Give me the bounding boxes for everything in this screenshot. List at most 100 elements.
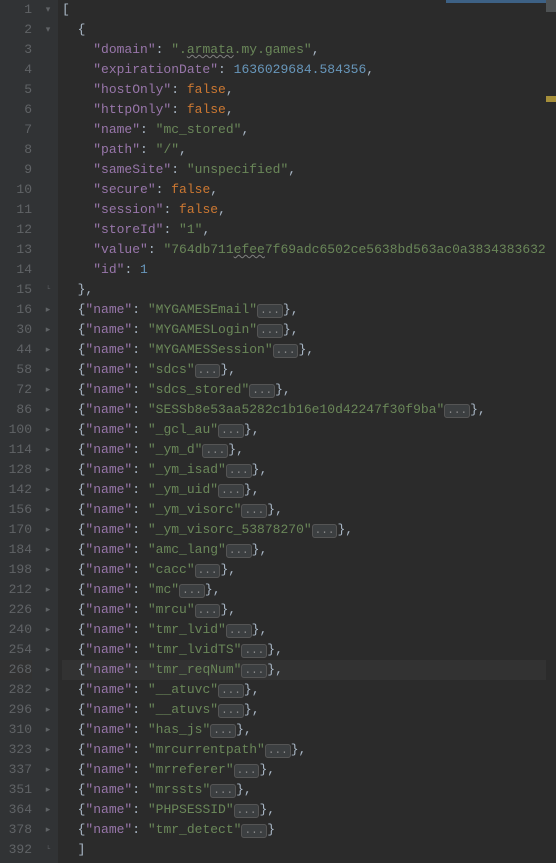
fold-expand-icon[interactable]: ▸ (43, 425, 53, 435)
fold-expand-icon[interactable]: ▸ (43, 405, 53, 415)
code-line[interactable]: "hostOnly": false, (62, 80, 556, 100)
code-line[interactable]: {"name": "tmr_lvidTS"...}, (62, 640, 556, 660)
fold-expand-icon[interactable]: ▸ (43, 365, 53, 375)
code-line[interactable]: "id": 1 (62, 260, 556, 280)
line-number: 378 (0, 820, 32, 840)
fold-expand-icon[interactable]: ▸ (43, 325, 53, 335)
fold-expand-icon[interactable]: ▸ (43, 825, 53, 835)
code-line[interactable]: "value": "764db711efee7f69adc6502ce5638b… (62, 240, 556, 260)
line-number: 156 (0, 500, 32, 520)
code-line[interactable]: "path": "/", (62, 140, 556, 160)
scrollbar-track[interactable] (546, 0, 556, 863)
fold-expand-icon[interactable]: ▸ (43, 725, 53, 735)
code-line[interactable]: {"name": "__atuvc"...}, (62, 680, 556, 700)
code-line[interactable]: "domain": ".armata.my.games", (62, 40, 556, 60)
fold-expand-icon[interactable]: ▸ (43, 345, 53, 355)
line-number: 13 (0, 240, 32, 260)
code-line[interactable]: {"name": "mrssts"...}, (62, 780, 556, 800)
line-number: 9 (0, 160, 32, 180)
code-line[interactable]: "expirationDate": 1636029684.584356, (62, 60, 556, 80)
line-number: 5 (0, 80, 32, 100)
fold-expand-icon[interactable]: ▸ (43, 585, 53, 595)
code-line[interactable]: {"name": "__atuvs"...}, (62, 700, 556, 720)
code-line[interactable]: {"name": "_ym_d"...}, (62, 440, 556, 460)
fold-expand-icon[interactable]: ▸ (43, 625, 53, 635)
fold-expand-icon[interactable]: ▸ (43, 605, 53, 615)
fold-expand-icon[interactable]: ▸ (43, 705, 53, 715)
fold-expand-icon[interactable]: ▸ (43, 785, 53, 795)
fold-expand-icon[interactable]: ▸ (43, 445, 53, 455)
fold-collapse-icon[interactable]: ▾ (43, 5, 53, 15)
code-line[interactable]: { (62, 20, 556, 40)
code-line[interactable]: {"name": "PHPSESSID"...}, (62, 800, 556, 820)
fold-expand-icon[interactable]: ▸ (43, 645, 53, 655)
code-line[interactable]: "session": false, (62, 200, 556, 220)
code-line[interactable]: {"name": "_ym_visorc"...}, (62, 500, 556, 520)
fold-expand-icon[interactable]: ▸ (43, 545, 53, 555)
code-line[interactable]: {"name": "_ym_isad"...}, (62, 460, 556, 480)
fold-gutter: ▾▾└▸▸▸▸▸▸▸▸▸▸▸▸▸▸▸▸▸▸▸▸▸▸▸▸▸▸▸└ (40, 0, 58, 863)
line-number: 72 (0, 380, 32, 400)
code-line[interactable]: {"name": "_ym_uid"...}, (62, 480, 556, 500)
fold-expand-icon[interactable]: ▸ (43, 805, 53, 815)
code-line[interactable]: {"name": "mrcurrentpath"...}, (62, 740, 556, 760)
fold-expand-icon[interactable]: ▸ (43, 765, 53, 775)
fold-collapse-icon[interactable]: ▾ (43, 25, 53, 35)
code-line[interactable]: {"name": "mrcu"...}, (62, 600, 556, 620)
fold-expand-icon[interactable]: ▸ (43, 385, 53, 395)
code-line[interactable]: ] (62, 840, 556, 860)
line-number: 198 (0, 560, 32, 580)
line-number: 58 (0, 360, 32, 380)
code-line[interactable]: {"name": "amc_lang"...}, (62, 540, 556, 560)
code-line[interactable]: "sameSite": "unspecified", (62, 160, 556, 180)
fold-expand-icon[interactable]: ▸ (43, 485, 53, 495)
line-number: 30 (0, 320, 32, 340)
code-line[interactable]: "name": "mc_stored", (62, 120, 556, 140)
code-line[interactable]: "secure": false, (62, 180, 556, 200)
code-editor: 1234567891011121314151630445872861001141… (0, 0, 556, 863)
line-number: 128 (0, 460, 32, 480)
line-number: 15 (0, 280, 32, 300)
code-area[interactable]: [ { "domain": ".armata.my.games", "expir… (58, 0, 556, 863)
fold-expand-icon[interactable]: ▸ (43, 465, 53, 475)
line-number: 337 (0, 760, 32, 780)
fold-expand-icon[interactable]: ▸ (43, 685, 53, 695)
code-line[interactable]: {"name": "sdcs"...}, (62, 360, 556, 380)
code-line[interactable]: {"name": "has_js"...}, (62, 720, 556, 740)
line-number: 212 (0, 580, 32, 600)
fold-expand-icon[interactable]: ▸ (43, 505, 53, 515)
code-line[interactable]: {"name": "_ym_visorc_53878270"...}, (62, 520, 556, 540)
code-line[interactable]: {"name": "SESSb8e53aa5282c1b16e10d42247f… (62, 400, 556, 420)
fold-expand-icon[interactable]: ▸ (43, 665, 53, 675)
fold-expand-icon[interactable]: ▸ (43, 305, 53, 315)
fold-expand-icon[interactable]: ▸ (43, 565, 53, 575)
fold-expand-icon[interactable]: ▸ (43, 525, 53, 535)
line-number: 4 (0, 60, 32, 80)
line-number: 268 (0, 660, 32, 680)
code-line[interactable]: {"name": "sdcs_stored"...}, (62, 380, 556, 400)
code-line[interactable]: {"name": "tmr_lvid"...}, (62, 620, 556, 640)
line-number: 351 (0, 780, 32, 800)
line-number: 240 (0, 620, 32, 640)
code-line[interactable]: {"name": "tmr_reqNum"...}, (62, 660, 556, 680)
code-line[interactable]: {"name": "tmr_detect"...} (62, 820, 556, 840)
code-line[interactable]: }, (62, 280, 556, 300)
code-line[interactable]: "storeId": "1", (62, 220, 556, 240)
code-line[interactable]: [ (62, 0, 556, 20)
code-line[interactable]: "httpOnly": false, (62, 100, 556, 120)
line-number: 12 (0, 220, 32, 240)
line-number: 44 (0, 340, 32, 360)
fold-end-icon: └ (43, 285, 53, 295)
line-number: 184 (0, 540, 32, 560)
code-line[interactable]: {"name": "_gcl_au"...}, (62, 420, 556, 440)
code-line[interactable]: {"name": "cacc"...}, (62, 560, 556, 580)
code-line[interactable]: {"name": "mc"...}, (62, 580, 556, 600)
line-number: 2 (0, 20, 32, 40)
line-number: 296 (0, 700, 32, 720)
code-line[interactable]: {"name": "MYGAMESEmail"...}, (62, 300, 556, 320)
code-line[interactable]: {"name": "MYGAMESLogin"...}, (62, 320, 556, 340)
fold-expand-icon[interactable]: ▸ (43, 745, 53, 755)
code-line[interactable]: {"name": "mrreferer"...}, (62, 760, 556, 780)
line-number: 11 (0, 200, 32, 220)
code-line[interactable]: {"name": "MYGAMESSession"...}, (62, 340, 556, 360)
